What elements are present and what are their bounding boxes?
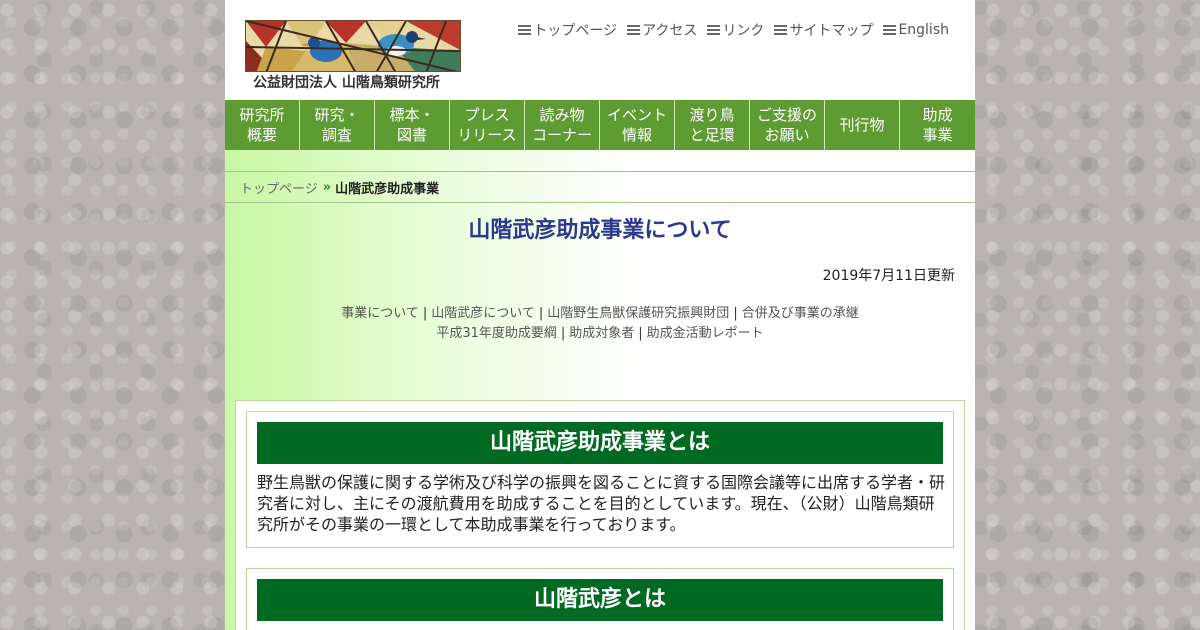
util-link-label: リンク <box>722 23 765 39</box>
gnav-label: コーナー <box>531 126 592 144</box>
subnav-separator: | <box>638 326 643 341</box>
gnav-label: 図書 <box>396 126 427 144</box>
gnav-label: 研究・ <box>314 106 360 124</box>
subnav-link-about-takehiko[interactable]: 山階武彦について <box>431 306 535 321</box>
gnav-item-press[interactable]: プレス リリース <box>450 100 525 150</box>
menu-icon <box>627 25 641 35</box>
menu-icon <box>774 25 788 35</box>
double-chevron-right-icon: » <box>322 179 332 195</box>
menu-icon <box>883 25 897 35</box>
util-link-english[interactable]: English <box>883 20 949 40</box>
util-link-sitemap[interactable]: サイトマップ <box>774 20 873 40</box>
gnav-item-reading[interactable]: 読み物 コーナー <box>525 100 600 150</box>
gnav-item-about[interactable]: 研究所 概要 <box>225 100 300 150</box>
gnav-label: 調査 <box>321 126 352 144</box>
global-nav: 研究所概要 研究・調査 標本・図書 プレスリリース 読み物コーナー イベント情報… <box>225 100 975 150</box>
updated-date: 2019年7月11日更新 <box>822 268 955 284</box>
section-program: 山階武彦助成事業とは 野生鳥獣の保護に関する学術及び科学の振興を図ることに資する… <box>246 411 954 548</box>
gnav-label: 研究所 <box>239 106 285 124</box>
gnav-label: イベント <box>606 106 667 124</box>
breadcrumb: トップページ » 山階武彦助成事業 <box>225 171 975 203</box>
section-heading: 山階武彦とは <box>257 579 943 621</box>
subnav-link-recipients[interactable]: 助成対象者 <box>569 326 634 341</box>
gnav-item-specimens[interactable]: 標本・ 図書 <box>375 100 450 150</box>
section-body: 野生鳥獣の保護に関する学術及び科学の振興を図ることに資する国際会議等に出席する学… <box>257 473 946 534</box>
section-heading: 山階武彦助成事業とは <box>257 422 943 464</box>
gnav-label: と足環 <box>689 126 735 144</box>
subnav-separator: | <box>560 326 566 341</box>
gnav-item-grants[interactable]: 助成 事業 <box>900 100 975 150</box>
util-link-label: トップページ <box>533 23 618 39</box>
gnav-label: 渡り鳥 <box>689 106 735 124</box>
menu-icon <box>518 25 532 35</box>
gnav-label: お願い <box>764 126 810 144</box>
utility-nav: トップページ アクセス リンク サイトマップ English <box>518 20 949 40</box>
subnav-link-about-program[interactable]: 事業について <box>341 306 419 321</box>
gnav-item-publications[interactable]: 刊行物 <box>825 100 900 150</box>
util-link-label: アクセス <box>642 23 698 39</box>
stained-glass-birds-logo[interactable] <box>245 20 461 72</box>
site-header: 公益財団法人 山階鳥類研究所 トップページ アクセス リンク サイトマップ En… <box>225 0 975 100</box>
util-link-access[interactable]: アクセス <box>627 20 697 40</box>
page-title: 山階武彦助成事業について <box>468 218 732 243</box>
subnav-separator: | <box>733 306 738 321</box>
gnav-label: プレス <box>464 106 510 124</box>
breadcrumb-current: 山階武彦助成事業 <box>335 181 440 197</box>
subnav-separator: | <box>538 306 544 321</box>
org-name: 公益財団法人 山階鳥類研究所 <box>253 75 440 91</box>
gnav-item-banding[interactable]: 渡り鳥 と足環 <box>675 100 750 150</box>
util-link-label: サイトマップ <box>789 23 874 39</box>
gnav-label: 助成 <box>922 106 953 124</box>
gnav-item-events[interactable]: イベント 情報 <box>600 100 675 150</box>
gnav-label: 読み物 <box>539 106 585 124</box>
gnav-label: 標本・ <box>389 106 435 124</box>
subnav-link-reports[interactable]: 助成金活動レポート <box>647 326 764 341</box>
section-takehiko: 山階武彦とは <box>246 568 954 630</box>
util-link-label: English <box>898 22 949 38</box>
breadcrumb-home-link[interactable]: トップページ <box>240 178 318 197</box>
sub-nav-row: 事業について | 山階武彦について | 山階野生鳥獣保護研究振興財団 | 合併及び事業の承継 <box>225 304 975 324</box>
subnav-link-foundation[interactable]: 山階野生鳥獣保護研究振興財団 <box>547 306 729 321</box>
gnav-label: 情報 <box>621 126 652 144</box>
util-link-top[interactable]: トップページ <box>518 20 617 40</box>
subnav-link-guidelines[interactable]: 平成31年度助成要綱 <box>436 326 557 341</box>
subnav-link-merger[interactable]: 合併及び事業の承継 <box>742 306 859 321</box>
gnav-item-research[interactable]: 研究・ 調査 <box>300 100 375 150</box>
main-content: 山階武彦助成事業とは 野生鳥獣の保護に関する学術及び科学の振興を図ることに資する… <box>235 400 965 630</box>
gnav-item-support[interactable]: ご支援の お願い <box>750 100 825 150</box>
subnav-separator: | <box>422 306 428 321</box>
gnav-label: 刊行物 <box>839 116 885 134</box>
gnav-label: ご支援の <box>756 106 817 124</box>
gnav-label: 概要 <box>246 126 277 144</box>
sub-nav-row: 平成31年度助成要綱 | 助成対象者 | 助成金活動レポート <box>225 324 975 344</box>
sub-nav: 事業について | 山階武彦について | 山階野生鳥獣保護研究振興財団 | 合併及び事業の承継… <box>225 304 975 344</box>
page-container: 公益財団法人 山階鳥類研究所 トップページ アクセス リンク サイトマップ En… <box>225 0 975 630</box>
gnav-label: 事業 <box>922 126 953 144</box>
menu-icon <box>707 25 721 35</box>
gnav-label: リリース <box>457 126 517 144</box>
util-link-links[interactable]: リンク <box>707 20 764 40</box>
